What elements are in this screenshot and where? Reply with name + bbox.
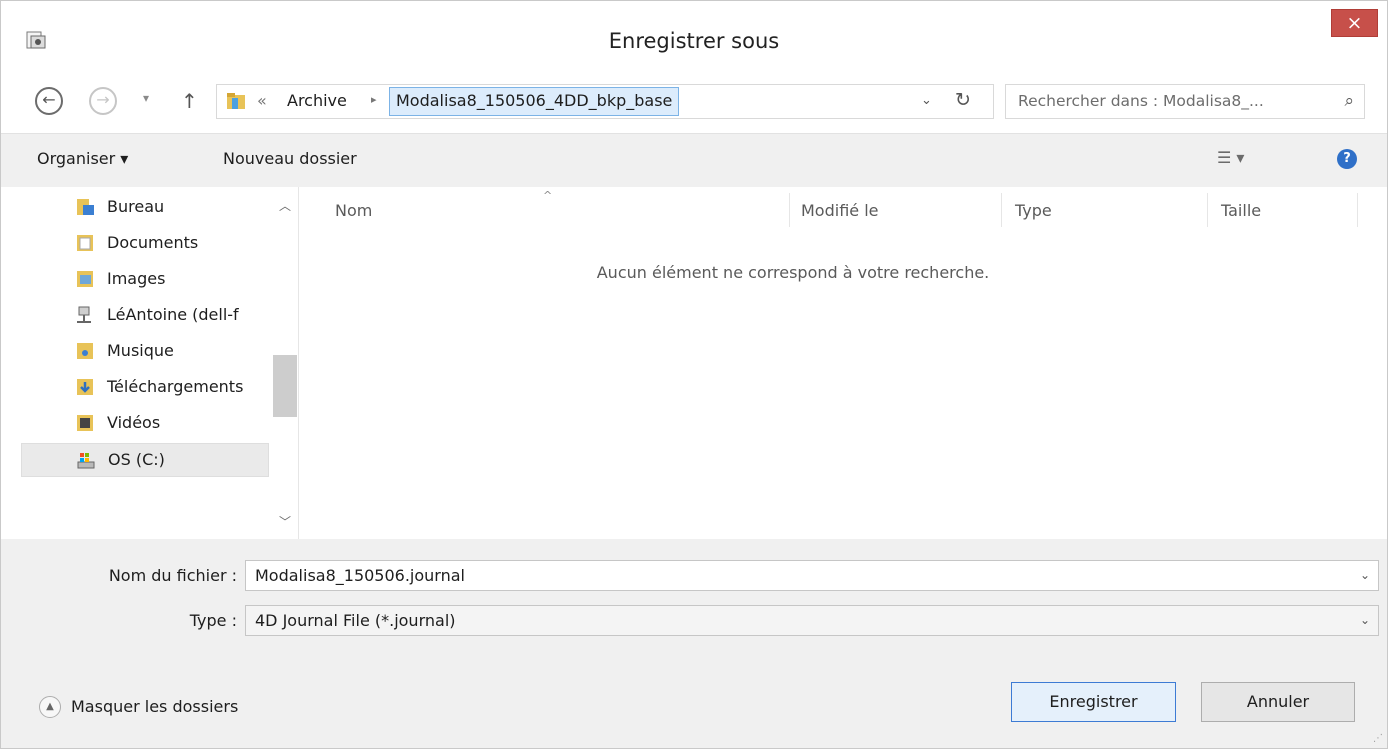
sidebar-item-videos[interactable]: Vidéos [21, 407, 269, 441]
sidebar-item-label: Bureau [107, 197, 165, 216]
sidebar-item-label: Musique [107, 341, 174, 360]
address-dropdown-icon[interactable]: ⌄ [921, 93, 932, 108]
sidebar-scrollbar[interactable]: ︿ ﹀ [271, 187, 298, 539]
documents-icon [75, 233, 95, 253]
sidebar-item-os-c[interactable]: OS (C:) [21, 443, 269, 477]
sidebar-item-label: LéAntoine (dell-f [107, 305, 239, 324]
column-divider[interactable] [1357, 193, 1358, 227]
file-type-value: 4D Journal File (*.journal) [255, 611, 456, 630]
column-divider[interactable] [1001, 193, 1002, 227]
music-icon [75, 341, 95, 361]
sidebar-item-label: Documents [107, 233, 199, 252]
sidebar-item-label: Téléchargements [107, 377, 244, 396]
sidebar-item-label: Images [107, 269, 166, 288]
hide-folders-button[interactable]: ▲ Masquer les dossiers [39, 696, 299, 720]
downloads-icon [75, 377, 95, 397]
save-button[interactable]: Enregistrer [1011, 682, 1176, 722]
address-bar[interactable]: « Archive ▸ Modalisa8_150506_4DD_bkp_bas… [216, 84, 994, 119]
filename-input[interactable]: Modalisa8_150506.journal ⌄ [245, 560, 1379, 591]
close-button[interactable]: × [1331, 9, 1378, 37]
filename-value: Modalisa8_150506.journal [255, 566, 465, 585]
sidebar-item-documents[interactable]: Documents [21, 227, 269, 261]
file-type-select[interactable]: 4D Journal File (*.journal) ⌄ [245, 605, 1379, 636]
sidebar-item-label: OS (C:) [108, 450, 165, 469]
view-options-icon[interactable]: ☰ ▾ [1217, 148, 1244, 167]
filename-dropdown-icon[interactable]: ⌄ [1360, 568, 1370, 582]
pictures-icon [75, 269, 95, 289]
sort-ascending-icon: ^ [543, 189, 553, 202]
drive-icon [76, 450, 96, 470]
column-header-modified[interactable]: Modifié le [801, 201, 879, 220]
sidebar-item-telechargements[interactable]: Téléchargements [21, 371, 269, 405]
up-folder-button[interactable]: ↑ [181, 89, 199, 113]
refresh-icon[interactable]: ↻ [955, 89, 971, 111]
breadcrumb-overflow-icon[interactable]: « [257, 91, 267, 110]
scrollbar-thumb[interactable] [273, 355, 297, 417]
file-list: ^ Nom Modifié le Type Taille Aucun éléme… [299, 187, 1387, 539]
organise-menu-button[interactable]: Organiser ▾ [37, 149, 128, 168]
column-divider[interactable] [1207, 193, 1208, 227]
column-header-name[interactable]: Nom [335, 201, 372, 220]
network-drive-icon [75, 305, 95, 325]
sidebar-item-network-drive[interactable]: LéAntoine (dell-f [21, 299, 269, 333]
title-bar: Enregistrer sous × [1, 1, 1387, 73]
command-bar: Organiser ▾ Nouveau dossier ☰ ▾ ? [1, 133, 1387, 187]
column-header-size[interactable]: Taille [1221, 201, 1261, 220]
save-as-dialog: Enregistrer sous × ← → ▾ ↑ « Archive ▸ M… [0, 0, 1388, 749]
videos-icon [75, 413, 95, 433]
collapse-icon: ▲ [39, 696, 61, 718]
resize-grip-icon[interactable]: ⋰ [1373, 733, 1383, 744]
file-fields: Nom du fichier : Modalisa8_150506.journa… [1, 539, 1387, 648]
hide-folders-label: Masquer les dossiers [71, 697, 239, 716]
breadcrumb-separator-icon[interactable]: ▸ [371, 93, 377, 106]
breadcrumb-archive[interactable]: Archive [287, 91, 347, 110]
type-label: Type : [189, 611, 237, 630]
cancel-button[interactable]: Annuler [1201, 682, 1355, 722]
back-button[interactable]: ← [35, 87, 63, 115]
help-icon[interactable]: ? [1337, 149, 1357, 169]
dialog-footer: ▲ Masquer les dossiers Enregistrer Annul… [1, 648, 1387, 748]
navigation-pane: Bureau Documents Images LéAntoine (dell-… [1, 187, 299, 539]
sidebar-item-musique[interactable]: Musique [21, 335, 269, 369]
navigation-bar: ← → ▾ ↑ « Archive ▸ Modalisa8_150506_4DD… [1, 73, 1387, 133]
sidebar-item-bureau[interactable]: Bureau [21, 191, 269, 225]
scroll-down-icon[interactable]: ﹀ [279, 513, 291, 530]
new-folder-button[interactable]: Nouveau dossier [223, 149, 357, 168]
folder-icon [226, 91, 246, 111]
file-type-dropdown-icon[interactable]: ⌄ [1360, 613, 1370, 627]
search-icon[interactable]: ⌕ [1344, 91, 1354, 111]
empty-message: Aucun élément ne correspond à votre rech… [596, 263, 990, 282]
forward-button[interactable]: → [89, 87, 117, 115]
desktop-icon [75, 197, 95, 217]
recent-locations-icon[interactable]: ▾ [143, 91, 157, 105]
column-divider[interactable] [789, 193, 790, 227]
sidebar-item-label: Vidéos [107, 413, 161, 432]
filename-label: Nom du fichier : [108, 566, 237, 585]
search-input[interactable]: Rechercher dans : Modalisa8_... ⌕ [1005, 84, 1365, 119]
search-placeholder: Rechercher dans : Modalisa8_... [1018, 92, 1264, 110]
breadcrumb-current[interactable]: Modalisa8_150506_4DD_bkp_base [389, 87, 680, 116]
window-title: Enregistrer sous [608, 29, 780, 53]
scroll-up-icon[interactable]: ︿ [279, 197, 291, 214]
column-header-type[interactable]: Type [1015, 201, 1052, 220]
